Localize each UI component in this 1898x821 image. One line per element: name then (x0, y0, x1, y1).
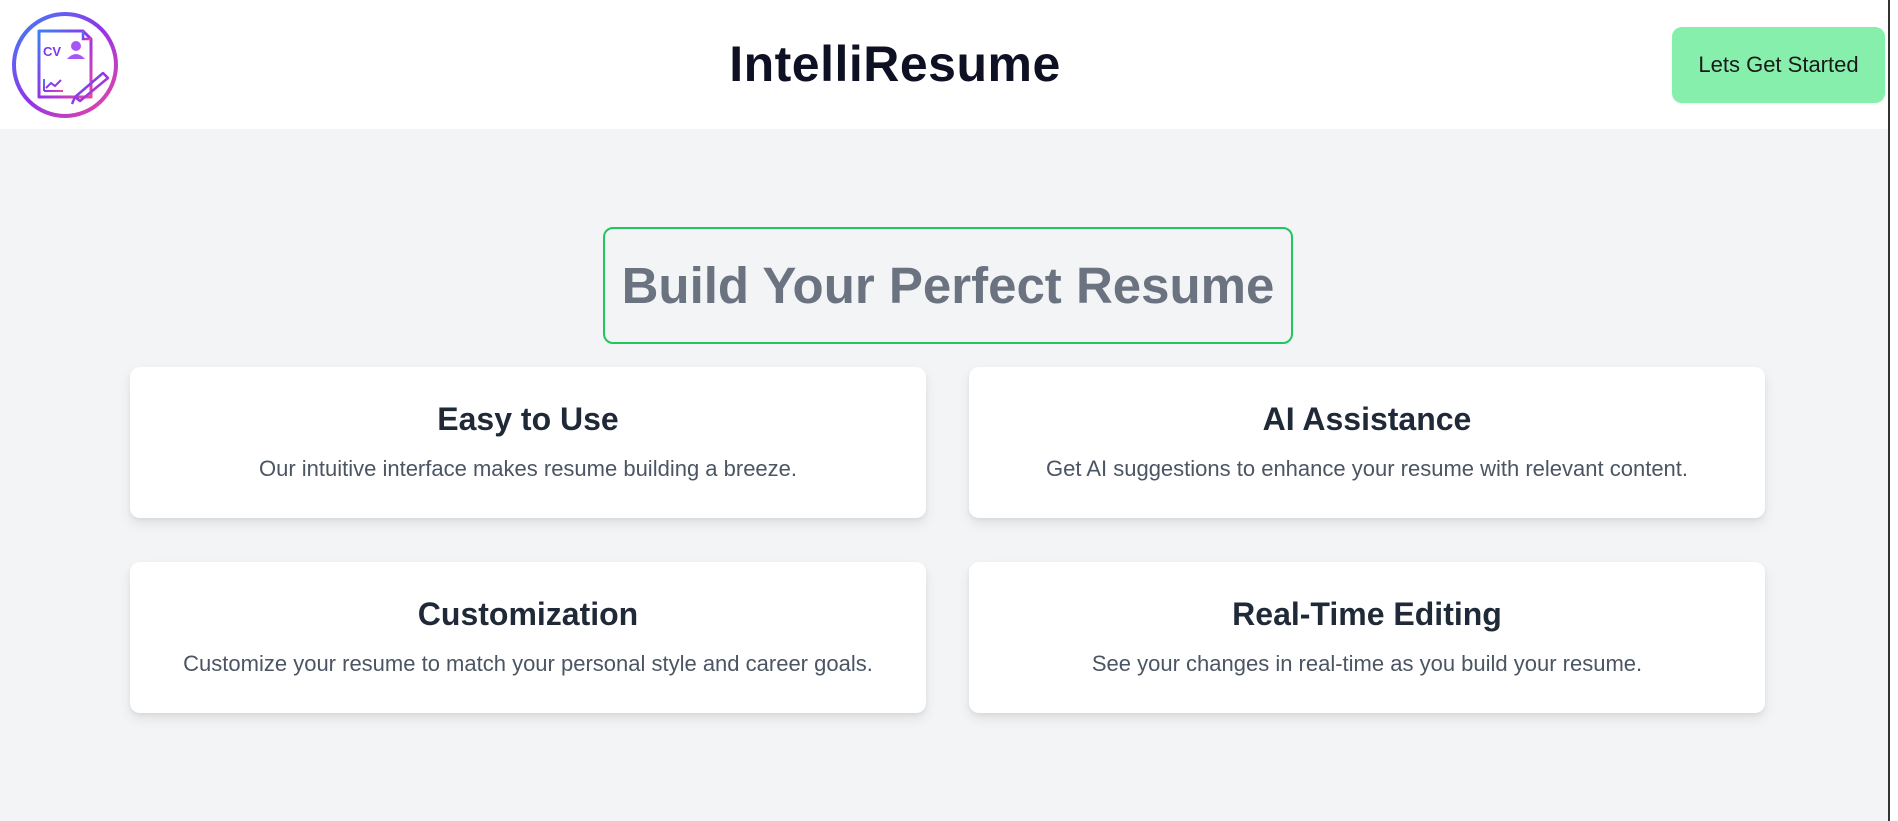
feature-description: Our intuitive interface makes resume bui… (258, 456, 798, 481)
feature-title: Customization (417, 596, 639, 632)
feature-card-ai-assistance: AI Assistance Get AI suggestions to enha… (969, 367, 1765, 518)
hero-title: Build Your Perfect Resume (621, 257, 1275, 314)
top-header: CV IntelliResume Lets Get Started (0, 0, 1888, 129)
get-started-button[interactable]: Lets Get Started (1672, 27, 1885, 103)
app-title: IntelliResume (729, 36, 1061, 92)
feature-card-easy-to-use: Easy to Use Our intuitive interface make… (130, 367, 926, 518)
feature-description: Get AI suggestions to enhance your resum… (1045, 456, 1689, 481)
feature-title: Easy to Use (437, 401, 619, 437)
feature-card-real-time-editing: Real-Time Editing See your changes in re… (969, 562, 1765, 713)
feature-title: AI Assistance (1262, 401, 1472, 437)
hero-banner: Build Your Perfect Resume (603, 227, 1293, 344)
window-edge (1888, 0, 1898, 821)
feature-description: See your changes in real-time as you bui… (1091, 651, 1643, 676)
feature-card-customization: Customization Customize your resume to m… (130, 562, 926, 713)
feature-description: Customize your resume to match your pers… (183, 651, 873, 676)
feature-title: Real-Time Editing (1232, 596, 1502, 632)
